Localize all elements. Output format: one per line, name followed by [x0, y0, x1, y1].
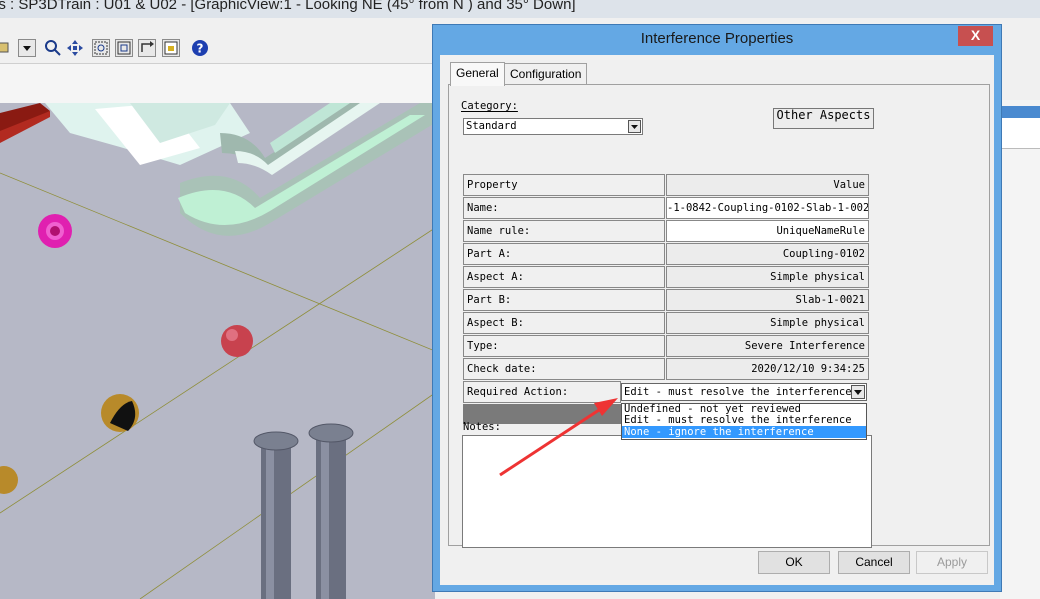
- help-icon[interactable]: ?: [191, 39, 209, 57]
- required-action-select[interactable]: Edit - must resolve the interference: [621, 383, 867, 401]
- required-action-row: Required Action: Edit - must resolve the…: [463, 381, 869, 404]
- background-panel: [1000, 100, 1040, 599]
- property-name: Name:: [463, 197, 665, 219]
- property-value: 2020/12/10 9:34:25: [666, 358, 869, 380]
- general-tab-panel: Category: Standard Other Aspects Propert…: [448, 84, 990, 548]
- dropdown-arrow-icon[interactable]: [851, 385, 865, 399]
- property-value: Simple physical: [666, 266, 869, 288]
- property-value: Coupling-0102: [666, 243, 869, 265]
- required-action-value: Edit - must resolve the interference: [624, 386, 852, 398]
- category-select[interactable]: Standard: [463, 118, 643, 135]
- zoom-icon[interactable]: [44, 39, 62, 57]
- property-name: Check date:: [463, 358, 665, 380]
- close-button[interactable]: X: [958, 26, 993, 46]
- tab-configuration[interactable]: Configuration: [504, 63, 588, 85]
- apply-button[interactable]: Apply: [916, 551, 988, 574]
- property-header: Property: [463, 174, 665, 196]
- main-toolbar: ?: [0, 36, 435, 62]
- app-title: gs : SP3DTrain : U01 & U02 - [GraphicVie…: [0, 0, 576, 13]
- cancel-button[interactable]: Cancel: [838, 551, 910, 574]
- table-row: Part A: Coupling-0102: [463, 243, 869, 266]
- property-name: Part A:: [463, 243, 665, 265]
- zoom-area-icon[interactable]: [92, 39, 110, 57]
- dropdown-arrow-icon[interactable]: [628, 120, 641, 133]
- svg-text:?: ?: [197, 42, 204, 56]
- notes-label: Notes:: [463, 421, 501, 433]
- rotate-view-icon[interactable]: [138, 39, 156, 57]
- category-label: Category:: [461, 100, 518, 112]
- ok-button[interactable]: OK: [758, 551, 830, 574]
- property-value: Severe Interference: [666, 335, 869, 357]
- dialog-body: General Configuration Category: Standard…: [440, 55, 994, 585]
- property-name: Name rule:: [463, 220, 665, 242]
- graphic-view[interactable]: [0, 103, 435, 599]
- dropdown-option-selected[interactable]: None - ignore the interference: [622, 426, 866, 438]
- property-name: Part B:: [463, 289, 665, 311]
- required-action-label: Required Action:: [463, 381, 621, 403]
- table-row: Aspect A: Simple physical: [463, 266, 869, 289]
- table-row: Type: Severe Interference: [463, 335, 869, 358]
- required-action-dropdown-list: Undefined - not yet reviewed Edit - must…: [621, 403, 867, 440]
- other-aspects-button[interactable]: Other Aspects: [773, 108, 874, 129]
- layer-icon[interactable]: [0, 39, 14, 57]
- app-title-bar: gs : SP3DTrain : U01 & U02 - [GraphicVie…: [0, 0, 1040, 18]
- value-header: Value: [666, 174, 869, 196]
- table-row: Aspect B: Simple physical: [463, 312, 869, 335]
- grid-header-row: Property Value: [463, 174, 869, 197]
- 3d-model-view: [0, 103, 435, 599]
- tab-general[interactable]: General: [450, 62, 505, 86]
- property-name: Aspect B:: [463, 312, 665, 334]
- dialog-title: Interference Properties: [640, 30, 794, 47]
- dropdown-option[interactable]: Edit - must resolve the interference: [622, 415, 866, 426]
- property-value[interactable]: UniqueNameRule: [666, 220, 869, 242]
- notes-textarea[interactable]: [462, 435, 872, 548]
- property-name: Type:: [463, 335, 665, 357]
- view-properties-icon[interactable]: [162, 39, 180, 57]
- pan-icon[interactable]: [66, 39, 84, 57]
- fit-view-icon[interactable]: [115, 39, 133, 57]
- table-row: Part B: Slab-1-0021: [463, 289, 869, 312]
- table-row: Name rule: UniqueNameRule: [463, 220, 869, 243]
- table-row: Name: -1-0842-Coupling-0102-Slab-1-0021: [463, 197, 869, 220]
- interference-properties-dialog: Interference Properties X General Config…: [432, 24, 1002, 592]
- dropdown-arrow-icon[interactable]: [18, 39, 36, 57]
- category-value: Standard: [466, 120, 517, 132]
- property-value[interactable]: -1-0842-Coupling-0102-Slab-1-0021: [666, 197, 869, 219]
- table-row: Check date: 2020/12/10 9:34:25: [463, 358, 869, 381]
- property-value: Slab-1-0021: [666, 289, 869, 311]
- property-name: Aspect A:: [463, 266, 665, 288]
- view-header-area: [0, 63, 435, 104]
- property-value: Simple physical: [666, 312, 869, 334]
